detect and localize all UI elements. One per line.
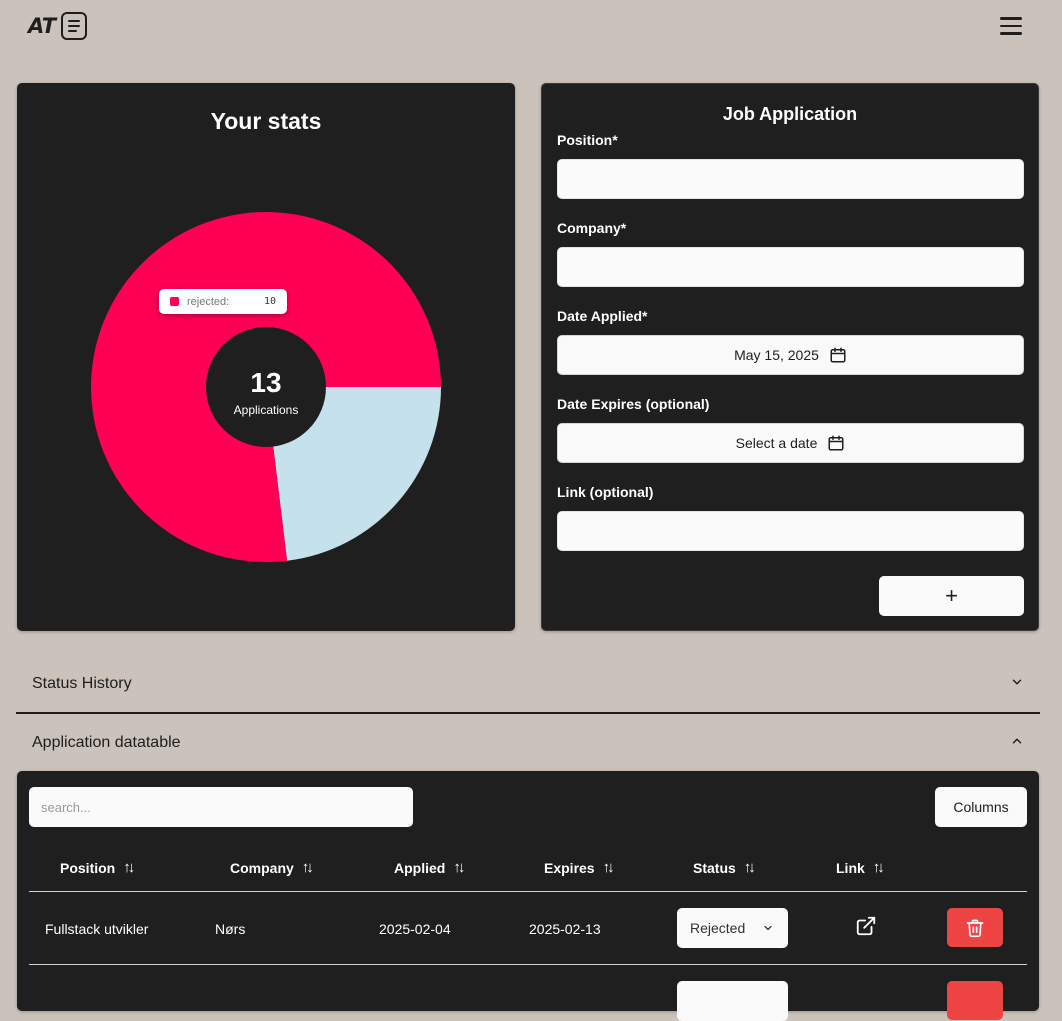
total-count: 13	[250, 367, 282, 398]
company-input[interactable]	[557, 247, 1024, 287]
total-label: Applications	[233, 403, 299, 417]
column-header-label: Status	[693, 859, 736, 876]
column-header-label: Expires	[544, 859, 595, 876]
datatable-title: Application datatable	[32, 733, 181, 751]
column-header-company[interactable]: Company ↑↓	[230, 859, 314, 876]
link-label: Link (optional)	[557, 484, 654, 500]
tooltip-value: 10	[263, 296, 276, 307]
date-applied-value: May 15, 2025	[734, 347, 819, 363]
column-header-link[interactable]: Link ↑↓	[836, 859, 885, 876]
tooltip-label: rejected:	[187, 295, 230, 308]
cell-position: Fullstack utvikler	[45, 921, 149, 937]
chevron-down-icon	[764, 925, 772, 931]
column-header-label: Company	[230, 859, 294, 876]
column-header-status[interactable]: Status ↑↓	[693, 859, 756, 876]
status-history-accordion[interactable]: Status History	[16, 655, 1040, 712]
sort-icon: ↑↓	[301, 859, 314, 876]
trash-icon	[966, 919, 984, 937]
sort-icon: ↑↓	[602, 859, 615, 876]
datatable-accordion[interactable]: Application datatable	[16, 714, 1040, 771]
logo-text: AT	[28, 14, 56, 38]
status-select[interactable]	[677, 981, 788, 1021]
sort-icon: ↑↓	[123, 859, 135, 876]
search-input[interactable]	[29, 787, 413, 827]
logo[interactable]: AT	[28, 12, 87, 40]
column-header-label: Position	[60, 859, 116, 876]
position-input[interactable]	[557, 159, 1024, 199]
chevron-down-icon	[1012, 679, 1022, 685]
row-divider	[29, 964, 1027, 965]
column-header-expires[interactable]: Expires ↑↓	[544, 859, 615, 876]
stats-card: Your stats rejected: 10 13 Applications	[17, 83, 515, 631]
column-header-label: Link	[836, 859, 865, 876]
date-expires-value: Select a date	[735, 435, 818, 451]
application-table-card: Columns Position ↑↓ Company ↑↓ Applied ↑↓ E…	[17, 771, 1039, 1021]
form-title: Job Application	[722, 104, 858, 124]
tooltip-swatch	[170, 297, 179, 306]
calendar-icon	[830, 347, 846, 363]
link-input[interactable]	[557, 511, 1024, 551]
sort-icon: ↑↓	[872, 859, 885, 876]
date-applied-picker[interactable]: May 15, 2025	[557, 335, 1024, 375]
add-application-button[interactable]: +	[879, 576, 1024, 616]
chevron-up-icon	[1012, 738, 1022, 744]
cell-applied: 2025-02-04	[379, 921, 451, 937]
date-applied-label: Date Applied*	[557, 308, 648, 324]
job-application-form: Job Application Position* Company* Date …	[541, 83, 1039, 631]
position-label: Position*	[557, 132, 618, 148]
status-value: Rejected	[690, 920, 746, 936]
delete-button[interactable]	[947, 908, 1003, 947]
columns-button[interactable]: Columns	[935, 787, 1027, 827]
calendar-icon	[828, 435, 844, 451]
column-header-label: Applied	[394, 859, 446, 876]
column-header-position[interactable]: Position ↑↓	[60, 859, 135, 876]
date-expires-picker[interactable]: Select a date	[557, 423, 1024, 463]
document-icon	[60, 12, 87, 40]
cell-company: Nørs	[215, 921, 246, 937]
chart-tooltip: rejected: 10	[159, 289, 287, 314]
header-divider	[29, 891, 1027, 892]
cell-expires: 2025-02-13	[529, 921, 601, 937]
status-history-title: Status History	[32, 674, 132, 692]
app-header: AT	[0, 0, 1062, 52]
company-label: Company*	[557, 220, 627, 236]
status-select[interactable]: Rejected	[677, 908, 788, 948]
hamburger-menu-icon[interactable]	[999, 15, 1025, 37]
column-header-applied[interactable]: Applied ↑↓	[394, 859, 465, 876]
date-expires-label: Date Expires (optional)	[557, 396, 710, 412]
external-link-icon[interactable]	[855, 915, 877, 937]
delete-button[interactable]	[947, 981, 1003, 1020]
sort-icon: ↑↓	[743, 859, 756, 876]
sort-icon: ↑↓	[453, 859, 465, 876]
donut-chart	[90, 211, 441, 562]
